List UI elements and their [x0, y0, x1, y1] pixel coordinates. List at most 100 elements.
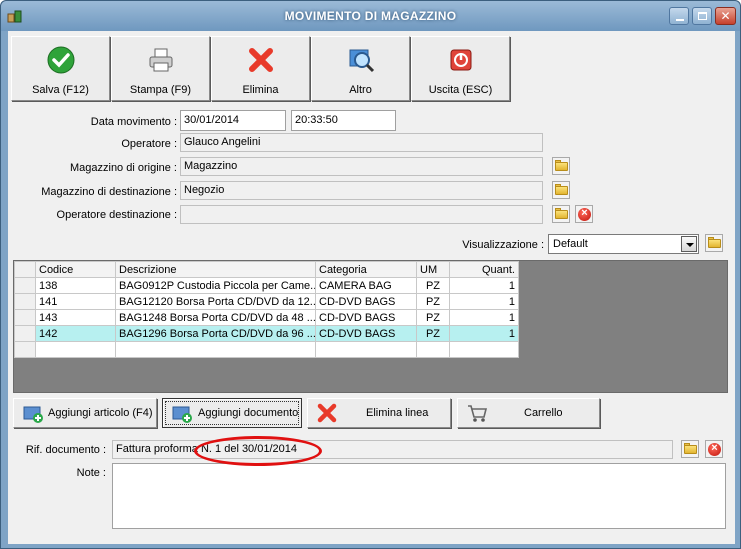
rif-documento-clear-button[interactable]: × [705, 440, 723, 458]
grid-area: Codice Descrizione Categoria UM Quant. 1… [13, 260, 728, 393]
minimize-icon [676, 19, 684, 21]
magazzino-origine-field: Magazzino [180, 157, 543, 176]
cell-codice[interactable]: 141 [35, 293, 116, 310]
cell-quant[interactable]: 1 [449, 325, 519, 342]
check-icon [47, 46, 75, 74]
cell-descrizione[interactable]: BAG1248 Borsa Porta CD/DVD da 48 ... [115, 309, 316, 326]
table-row-new[interactable] [14, 341, 519, 358]
salva-label: Salva (F12) [32, 84, 89, 96]
articles-grid: Codice Descrizione Categoria UM Quant. 1… [14, 261, 519, 358]
cell-categoria[interactable]: CD-DVD BAGS [315, 293, 417, 310]
operatore-destinazione-clear-button[interactable]: × [575, 205, 593, 223]
aggiungi-documento-button[interactable]: Aggiungi documento [162, 398, 302, 428]
altro-button[interactable]: Altro [311, 36, 410, 101]
magazzino-destinazione-browse-button[interactable] [552, 181, 570, 199]
uscita-button[interactable]: Uscita (ESC) [411, 36, 510, 101]
maximize-icon [698, 12, 707, 20]
elimina-linea-label: Elimina linea [366, 407, 429, 419]
aggiungi-documento-label: Aggiungi documento [198, 407, 299, 419]
row-indicator[interactable] [14, 293, 36, 310]
grid-header-row: Codice Descrizione Categoria UM Quant. [14, 261, 519, 278]
cell-um[interactable]: PZ [416, 293, 450, 310]
uscita-label: Uscita (ESC) [428, 84, 493, 96]
delete-x-icon [317, 403, 337, 423]
operatore-destinazione-browse-button[interactable] [552, 205, 570, 223]
client-area: Salva (F12) Stampa (F9) Elimina Altro Us… [8, 31, 735, 544]
elimina-label: Elimina [242, 84, 279, 96]
printer-icon [149, 48, 173, 72]
elimina-linea-button[interactable]: Elimina linea [307, 398, 451, 428]
col-header-descrizione[interactable]: Descrizione [115, 261, 316, 278]
cell-um[interactable]: PZ [416, 309, 450, 326]
maximize-button[interactable] [692, 7, 712, 25]
carrello-label: Carrello [524, 407, 563, 419]
row-indicator-header [14, 261, 36, 278]
cell-quant[interactable]: 1 [449, 277, 519, 294]
cell-descrizione[interactable]: BAG0912P Custodia Piccola per Came... [115, 277, 316, 294]
altro-label: Altro [349, 84, 372, 96]
add-article-icon [23, 406, 43, 423]
row-indicator[interactable] [14, 277, 36, 294]
close-icon: ✕ [720, 9, 731, 23]
add-document-icon [172, 406, 192, 423]
row-indicator[interactable] [14, 325, 36, 342]
app-window: MOVIMENTO DI MAGAZZINO ✕ Salva (F12) Sta… [0, 0, 741, 549]
data-movimento-time-input[interactable]: 20:33:50 [291, 110, 396, 131]
col-header-codice[interactable]: Codice [35, 261, 116, 278]
row-indicator[interactable] [14, 309, 36, 326]
chevron-down-icon[interactable] [681, 236, 697, 252]
cart-icon [468, 405, 488, 422]
rif-documento-label: Rif. documento : [25, 444, 106, 456]
table-row[interactable]: 143 BAG1248 Borsa Porta CD/DVD da 48 ...… [14, 309, 519, 326]
cell-categoria[interactable]: CD-DVD BAGS [315, 325, 417, 342]
title-bar[interactable]: MOVIMENTO DI MAGAZZINO ✕ [1, 1, 740, 31]
stampa-button[interactable]: Stampa (F9) [111, 36, 210, 101]
cell-codice[interactable]: 138 [35, 277, 116, 294]
magnifier-icon [349, 49, 375, 73]
cell-categoria[interactable]: CD-DVD BAGS [315, 309, 417, 326]
carrello-button[interactable]: Carrello [457, 398, 600, 428]
cell-quant[interactable]: 1 [449, 309, 519, 326]
salva-button[interactable]: Salva (F12) [11, 36, 110, 101]
annotation-ellipse [194, 436, 322, 466]
data-movimento-date-input[interactable]: 30/01/2014 [180, 110, 286, 131]
minimize-button[interactable] [669, 7, 689, 25]
cell-codice[interactable]: 142 [35, 325, 116, 342]
col-header-um[interactable]: UM [416, 261, 450, 278]
table-row[interactable]: 141 BAG12120 Borsa Porta CD/DVD da 12...… [14, 293, 519, 310]
note-textarea[interactable] [112, 463, 726, 529]
col-header-categoria[interactable]: Categoria [315, 261, 417, 278]
rif-documento-browse-button[interactable] [681, 440, 699, 458]
cell-descrizione[interactable]: BAG12120 Borsa Porta CD/DVD da 12... [115, 293, 316, 310]
visualizzazione-label: Visualizzazione : [462, 239, 544, 251]
cell-quant[interactable]: 1 [449, 293, 519, 310]
window-title: MOVIMENTO DI MAGAZZINO [284, 9, 457, 23]
elimina-button[interactable]: Elimina [211, 36, 310, 101]
cell-um[interactable]: PZ [416, 325, 450, 342]
visualizzazione-value: Default [553, 238, 588, 250]
delete-x-icon [249, 48, 273, 72]
col-header-quant[interactable]: Quant. [449, 261, 519, 278]
cell-um[interactable]: PZ [416, 277, 450, 294]
cell-categoria[interactable]: CAMERA BAG [315, 277, 417, 294]
operatore-destinazione-field [180, 205, 543, 224]
row-indicator[interactable] [14, 341, 36, 358]
magazzino-origine-browse-button[interactable] [552, 157, 570, 175]
note-label: Note : [76, 467, 106, 479]
visualizzazione-select[interactable]: Default [548, 234, 699, 254]
aggiungi-articolo-label: Aggiungi articolo (F4) [48, 407, 153, 419]
exit-icon [450, 49, 472, 71]
data-movimento-label: Data movimento : [90, 116, 177, 128]
table-row[interactable]: 138 BAG0912P Custodia Piccola per Came..… [14, 277, 519, 294]
aggiungi-articolo-button[interactable]: Aggiungi articolo (F4) [13, 398, 157, 428]
cell-codice[interactable]: 143 [35, 309, 116, 326]
close-button[interactable]: ✕ [715, 7, 736, 25]
magazzino-destinazione-field: Negozio [180, 181, 543, 200]
cell-descrizione[interactable]: BAG1296 Borsa Porta CD/DVD da 96 ... [115, 325, 316, 342]
operatore-label: Operatore : [121, 138, 177, 150]
stampa-label: Stampa (F9) [129, 84, 192, 96]
operatore-field: Glauco Angelini [180, 133, 543, 152]
visualizzazione-browse-button[interactable] [705, 234, 723, 252]
magazzino-destinazione-label: Magazzino di destinazione : [41, 186, 177, 198]
table-row-selected[interactable]: 142 BAG1296 Borsa Porta CD/DVD da 96 ...… [14, 325, 519, 342]
